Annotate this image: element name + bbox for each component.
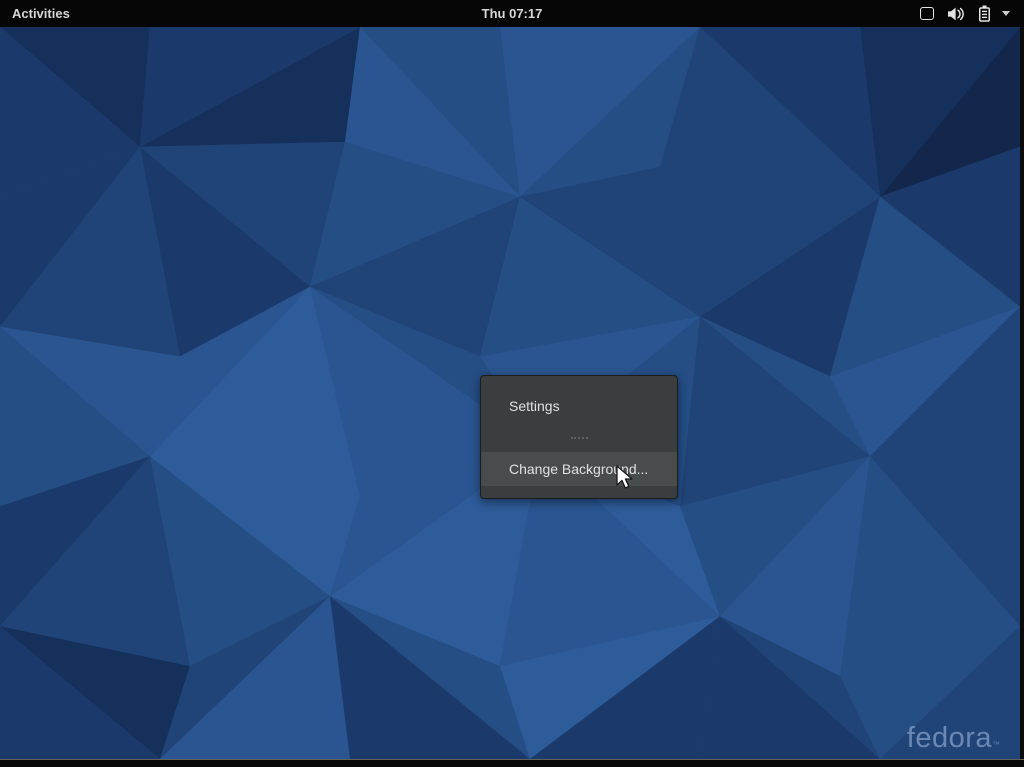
desktop-context-menu: Settings Change Background... xyxy=(480,375,678,499)
fedora-logo-text: fedora xyxy=(907,722,992,754)
clock[interactable]: Thu 07:17 xyxy=(482,0,543,27)
activities-button[interactable]: Activities xyxy=(0,0,82,27)
menu-item-settings[interactable]: Settings xyxy=(481,389,677,423)
menu-separator xyxy=(481,423,677,452)
system-status-area[interactable] xyxy=(920,0,1024,27)
fedora-logo: fedora™ xyxy=(907,722,1000,755)
battery-icon xyxy=(978,5,991,22)
top-bar: Activities Thu 07:17 xyxy=(0,0,1024,27)
volume-icon xyxy=(947,7,965,21)
chevron-down-icon xyxy=(1002,11,1010,16)
menu-item-change-background[interactable]: Change Background... xyxy=(481,452,677,486)
screen-edge-right xyxy=(1020,27,1024,767)
screen-icon xyxy=(920,7,934,20)
trademark-symbol: ™ xyxy=(992,740,1000,749)
screen-edge-bottom xyxy=(0,759,1024,767)
